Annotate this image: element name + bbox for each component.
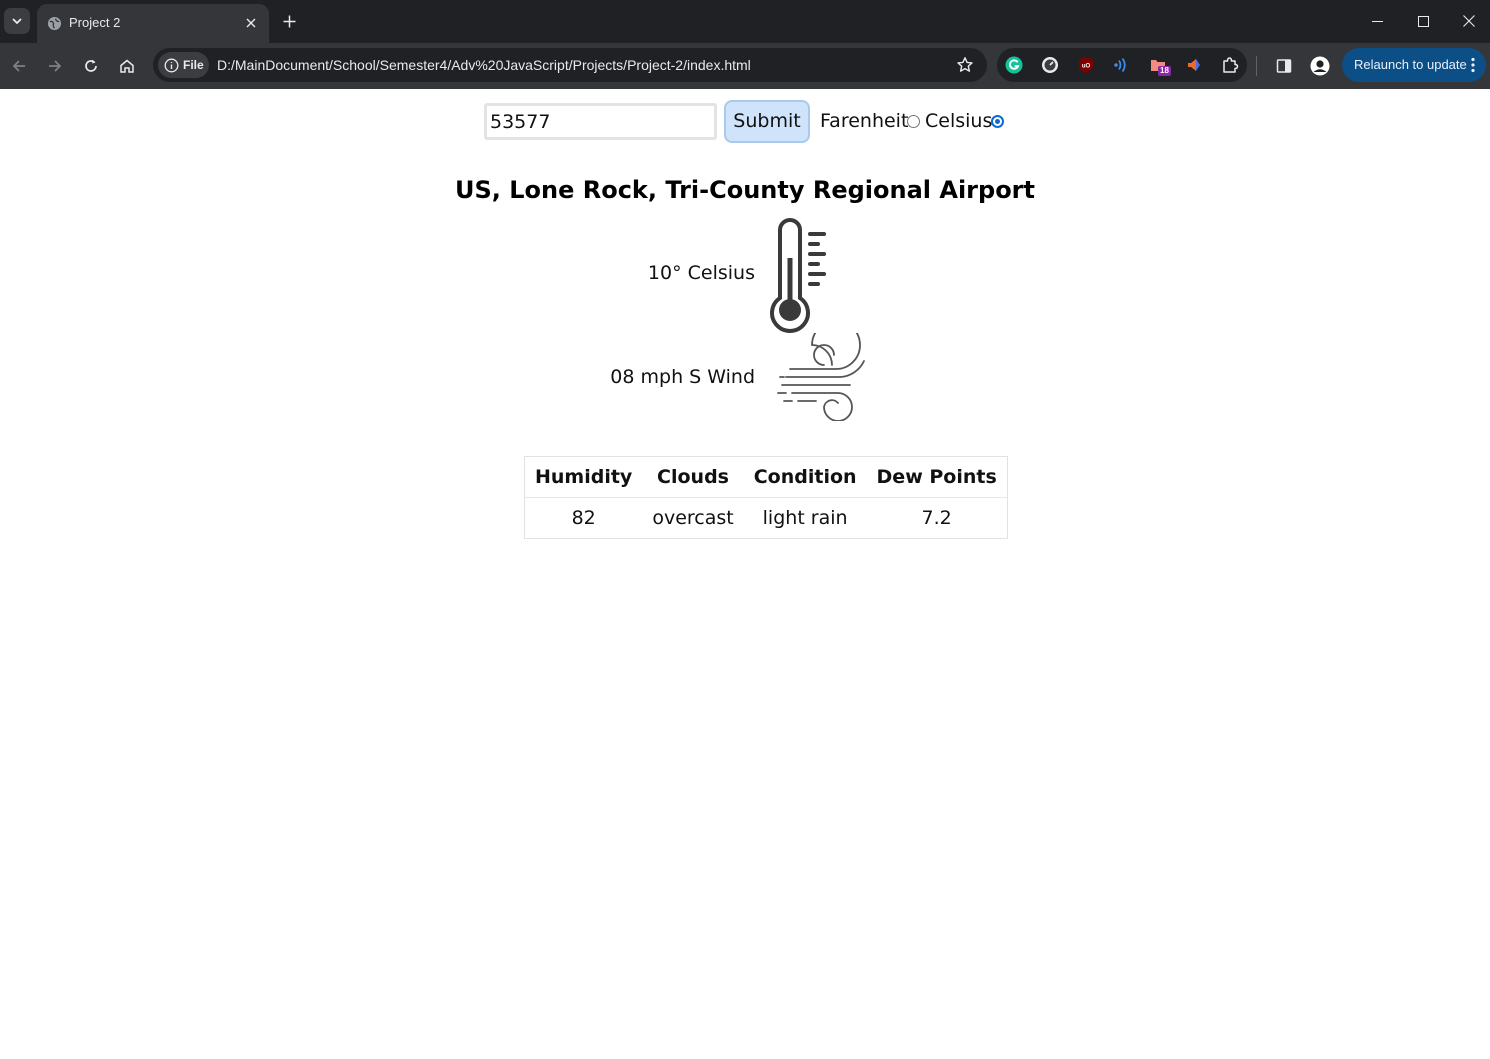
browser-tab[interactable]: Project 2	[37, 4, 269, 43]
new-tab-button[interactable]	[279, 11, 299, 31]
extension-badge: 18	[1158, 66, 1171, 76]
column-header-humidity: Humidity	[524, 456, 643, 498]
url-text[interactable]: D:/MainDocument/School/Semester4/Adv%20J…	[217, 57, 751, 73]
reload-button[interactable]	[77, 52, 105, 80]
column-header-condition: Condition	[743, 456, 867, 498]
site-info-button[interactable]: File	[158, 52, 209, 78]
bookmark-button[interactable]	[955, 55, 975, 75]
back-button[interactable]	[5, 52, 33, 80]
globe-icon	[47, 16, 62, 31]
extensions-menu-button[interactable]	[1220, 55, 1240, 75]
reload-icon	[85, 59, 97, 72]
chevron-down-icon	[12, 18, 22, 25]
tab-search-button[interactable]	[4, 8, 30, 34]
media-extension[interactable]	[1184, 55, 1204, 75]
gauge-icon	[1042, 57, 1058, 73]
grammarly-icon	[1005, 56, 1023, 74]
close-icon	[246, 18, 256, 28]
temperature-text: 10° Celsius	[647, 262, 755, 284]
home-button[interactable]	[113, 52, 141, 80]
maximize-icon	[1417, 15, 1429, 27]
address-bar[interactable]: File D:/MainDocument/School/Semester4/Ad…	[153, 48, 987, 82]
plus-icon	[283, 15, 295, 27]
minimize-button[interactable]	[1354, 0, 1400, 42]
info-icon	[164, 58, 179, 72]
dew-points-cell: 7.2	[921, 507, 952, 529]
tab-close-button[interactable]	[242, 14, 260, 32]
grammarly-extension[interactable]	[1004, 55, 1024, 75]
farenheit-radio[interactable]	[907, 115, 920, 128]
side-panel-button[interactable]	[1272, 54, 1296, 78]
arrow-left-icon	[12, 60, 25, 72]
wind-text: 08 mph S Wind	[610, 366, 755, 388]
location-title: US, Lone Rock, Tri-County Regional Airpo…	[454, 176, 1035, 204]
farenheit-label: Farenheit	[820, 110, 909, 132]
forward-button[interactable]	[41, 52, 69, 80]
side-panel-icon	[1276, 59, 1292, 73]
site-info-label: File	[183, 58, 204, 72]
clouds-cell: overcast	[652, 507, 734, 529]
wind-icon	[777, 333, 865, 421]
maximize-button[interactable]	[1400, 0, 1446, 42]
home-icon	[120, 59, 134, 73]
condition-cell: light rain	[762, 507, 848, 529]
browser-toolbar: File D:/MainDocument/School/Semester4/Ad…	[0, 43, 1490, 89]
more-vert-icon	[1471, 57, 1475, 73]
search-form: Submit Farenheit Celsius	[0, 100, 1490, 144]
browser-title-bar: Project 2	[0, 0, 1490, 43]
minimize-icon	[1371, 20, 1383, 22]
sound-waves-icon	[1114, 57, 1126, 73]
extensions-area: uO 18	[997, 48, 1247, 82]
celsius-label: Celsius	[925, 110, 993, 132]
relaunch-label: Relaunch to update	[1354, 57, 1467, 72]
close-window-button[interactable]	[1446, 0, 1490, 42]
ublock-extension[interactable]: uO	[1076, 55, 1096, 75]
shield-icon: uO	[1079, 57, 1093, 73]
tab-manager-extension[interactable]: 18	[1148, 55, 1171, 76]
toolbar-separator	[1256, 56, 1257, 76]
thermometer-icon	[770, 218, 826, 333]
avatar-icon	[1310, 56, 1330, 76]
close-icon	[1463, 15, 1475, 27]
column-header-clouds: Clouds	[642, 456, 744, 498]
relaunch-button[interactable]: Relaunch to update	[1342, 48, 1486, 82]
celsius-radio[interactable]	[991, 115, 1004, 128]
star-icon	[957, 57, 973, 72]
submit-button[interactable]: Submit	[724, 100, 810, 143]
table-row: 82 overcast light rain 7.2	[525, 498, 1008, 539]
speed-extension[interactable]	[1040, 55, 1060, 75]
table-header-row: Humidity Clouds Condition Dew Points	[524, 456, 1008, 498]
arrow-right-icon	[49, 60, 62, 72]
column-header-dew-points: Dew Points	[866, 456, 1008, 498]
speaker-icon	[1188, 59, 1200, 71]
zip-code-input[interactable]	[484, 103, 717, 140]
tab-title: Project 2	[69, 15, 121, 30]
humidity-cell: 82	[571, 507, 596, 529]
profile-button[interactable]	[1308, 54, 1332, 78]
weather-table: Humidity Clouds Condition Dew Points 82 …	[524, 456, 1008, 539]
puzzle-icon	[1223, 57, 1239, 73]
read-aloud-extension[interactable]	[1111, 55, 1131, 75]
svg-text:uO: uO	[1082, 64, 1091, 70]
